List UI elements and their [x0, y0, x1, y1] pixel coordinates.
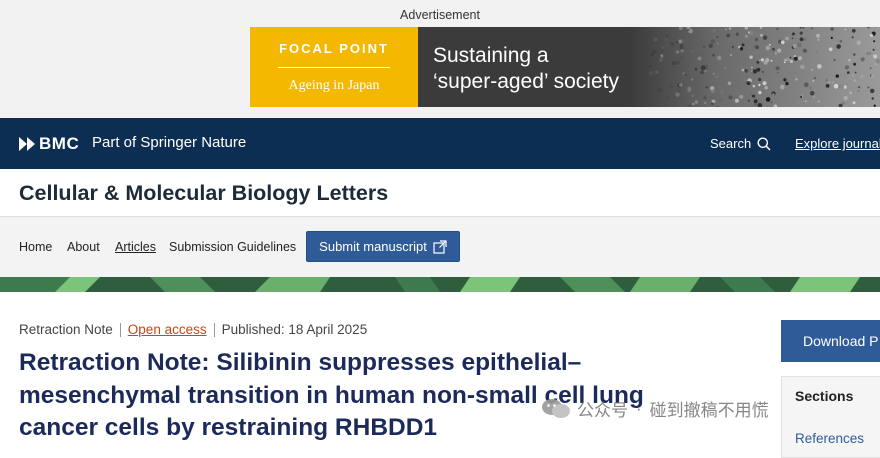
watermark-name: 碰到撤稿不用慌: [649, 401, 769, 420]
open-access-link[interactable]: Open access: [128, 322, 207, 337]
published-date: Published: 18 April 2025: [221, 322, 368, 337]
submit-manuscript-button[interactable]: Submit manuscript: [306, 231, 460, 262]
nav-home[interactable]: Home: [19, 240, 52, 254]
ad-divider: [278, 67, 390, 68]
sections-heading: Sections: [795, 388, 854, 404]
crowd-photo-image: [630, 27, 880, 107]
journal-nav: Home About Articles Submission Guideline…: [0, 217, 880, 277]
bmc-brand-text: BMC: [39, 134, 80, 153]
ad-headline-line2: ‘super-aged’ society: [433, 70, 619, 93]
submit-manuscript-label: Submit manuscript: [319, 239, 427, 254]
wechat-watermark: 公众号 · 碰到撤稿不用慌: [541, 396, 769, 421]
article-meta: Retraction Note Open access Published: 1…: [19, 322, 367, 337]
advertisement-label: Advertisement: [400, 8, 480, 22]
ad-headline-line1: Sustaining a: [433, 44, 549, 67]
journal-header: Cellular & Molecular Biology Letters: [0, 169, 880, 217]
meta-divider: [119, 322, 121, 337]
ad-focal-text: FOCAL POINT: [279, 41, 389, 56]
watermark-separator: ·: [636, 398, 642, 418]
ad-headline: Sustaining a ‘super-aged’ society: [433, 43, 619, 95]
meta-divider: [213, 322, 215, 337]
ad-banner[interactable]: FOCAL POINT Ageing in Japan Sustaining a…: [250, 27, 880, 107]
ad-subtitle: Ageing in Japan: [288, 78, 380, 93]
search-button[interactable]: Search: [710, 136, 771, 151]
ad-focal-panel: FOCAL POINT Ageing in Japan: [250, 27, 418, 107]
article-type: Retraction Note: [19, 322, 113, 337]
nav-about[interactable]: About: [67, 240, 100, 254]
publisher-header: BMC Part of Springer Nature Search Explo…: [0, 118, 880, 169]
explore-journals-link[interactable]: Explore journals: [795, 136, 880, 151]
download-pdf-button[interactable]: Download P: [781, 320, 880, 362]
nav-articles[interactable]: Articles: [115, 240, 156, 254]
springer-nature-label: Part of Springer Nature: [92, 134, 247, 151]
bmc-logo[interactable]: BMC: [19, 134, 79, 154]
wechat-icon: [542, 398, 570, 418]
external-link-icon: [433, 239, 447, 254]
search-label: Search: [710, 136, 752, 151]
journal-title[interactable]: Cellular & Molecular Biology Letters: [19, 181, 388, 206]
references-link[interactable]: References: [795, 431, 864, 446]
watermark-account: 公众号: [577, 401, 628, 420]
nav-submission-guidelines[interactable]: Submission Guidelines: [169, 240, 296, 254]
advertisement-area: Advertisement FOCAL POINT Ageing in Japa…: [0, 0, 880, 118]
bmc-logo-icon: [19, 137, 35, 151]
decorative-stripe: [0, 277, 880, 292]
search-icon: [757, 137, 771, 151]
